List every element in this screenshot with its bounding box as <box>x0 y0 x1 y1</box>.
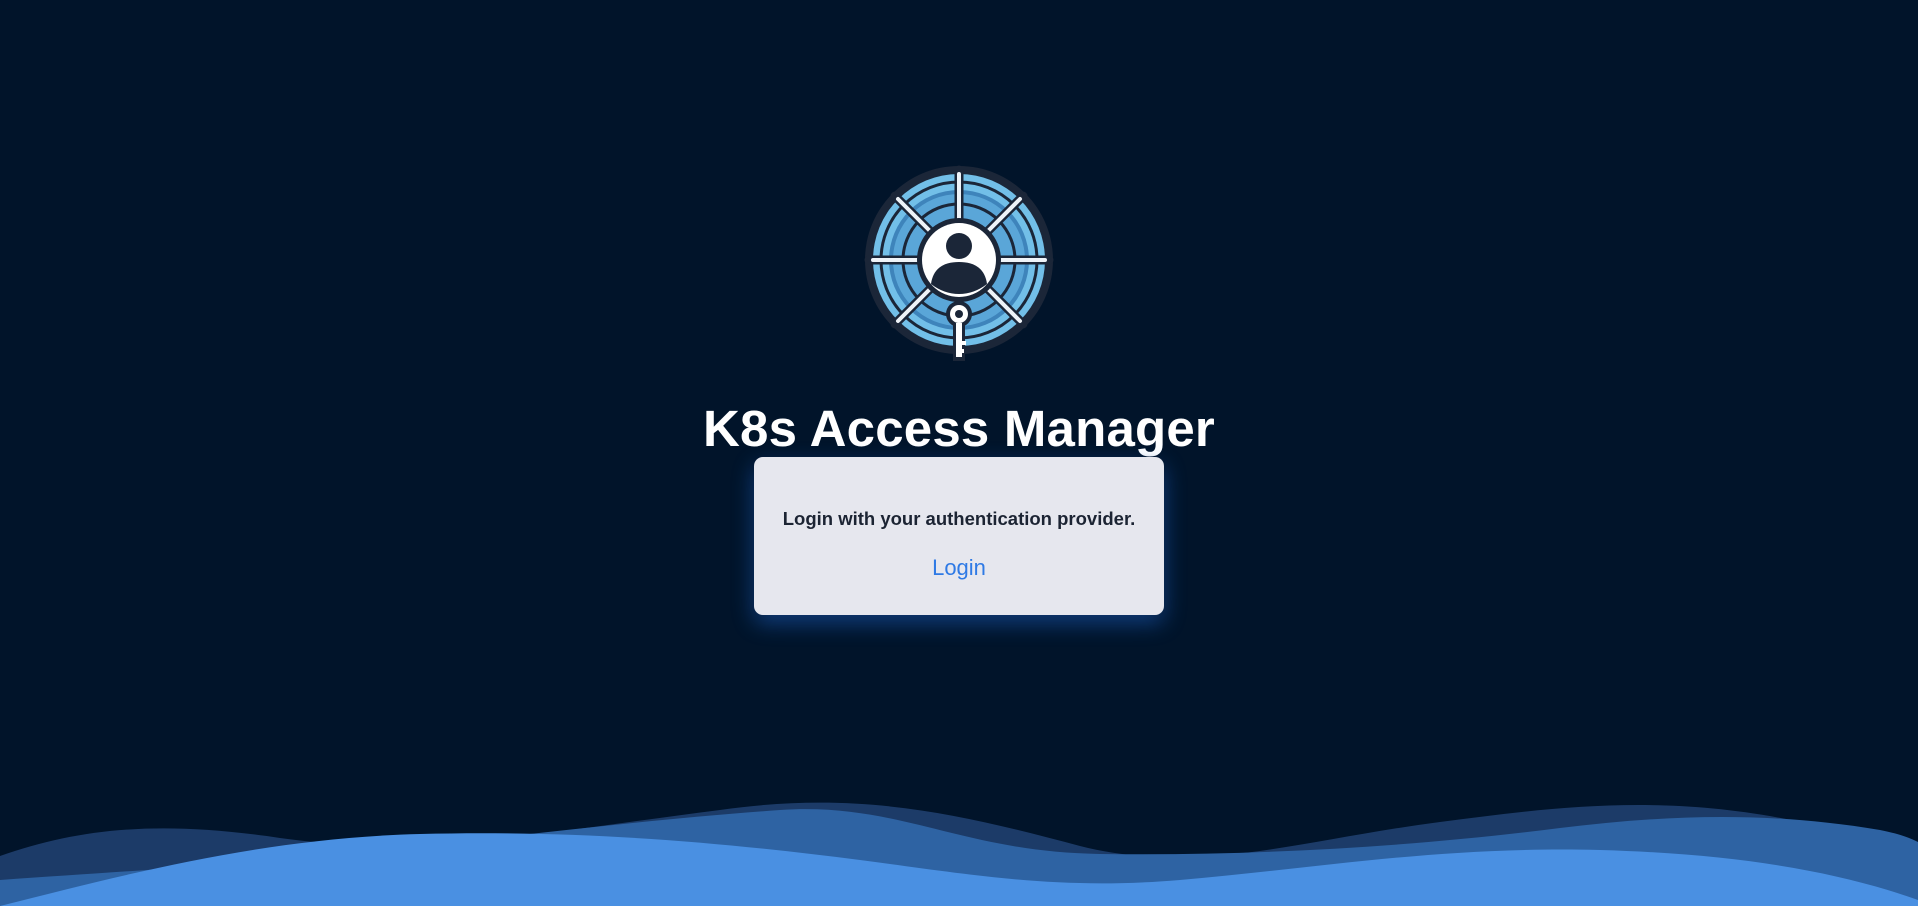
page-title: K8s Access Manager <box>703 400 1215 458</box>
login-page: K8s Access Manager Login with your authe… <box>0 0 1918 906</box>
login-card: Login with your authentication provider.… <box>754 457 1164 615</box>
login-link[interactable]: Login <box>932 555 986 581</box>
app-logo <box>864 164 1054 364</box>
decorative-waves <box>0 780 1918 906</box>
shield-user-key-icon <box>864 165 1054 361</box>
login-instructions: Login with your authentication provider. <box>782 508 1136 529</box>
